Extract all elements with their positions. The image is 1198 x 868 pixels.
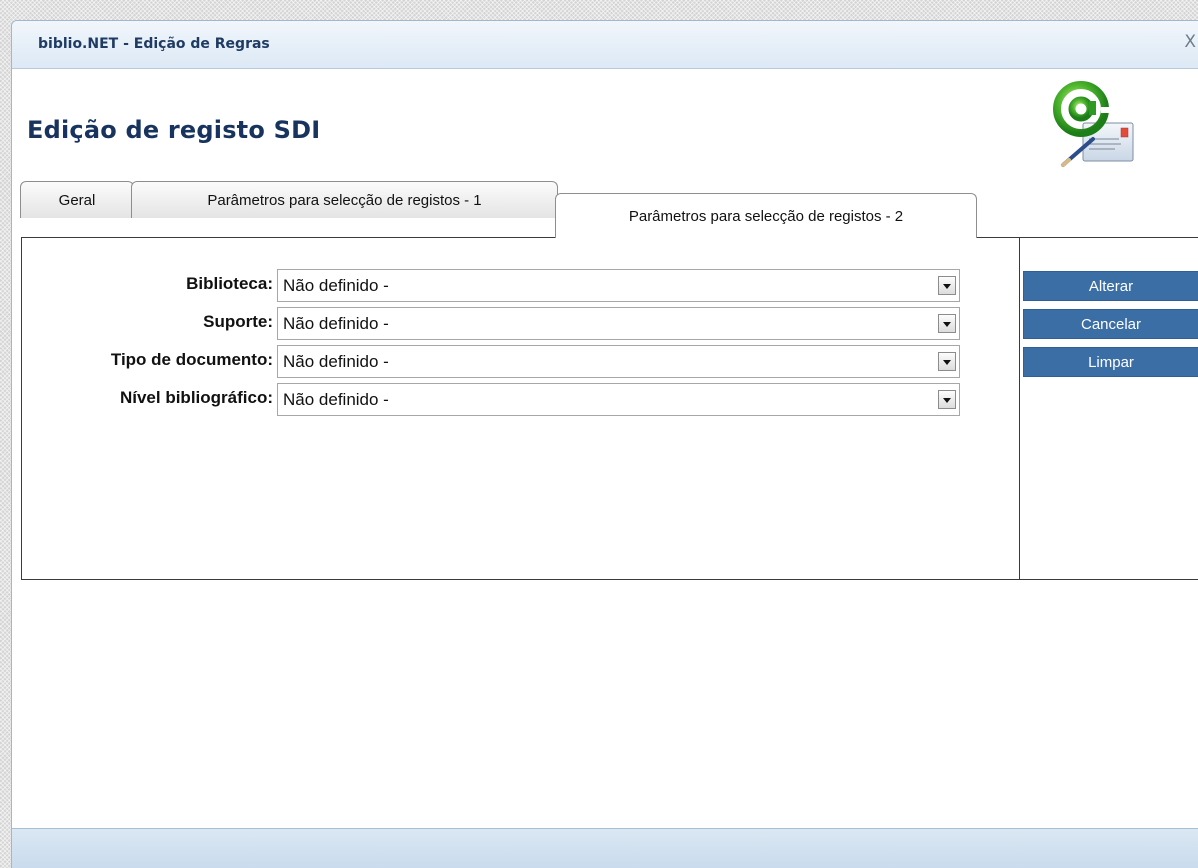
nivel-bibliografico-value: Não definido - [283, 390, 389, 409]
form-panel: Biblioteca: Não definido - Suporte: Não … [21, 237, 1020, 580]
tipo-documento-select[interactable]: Não definido - [277, 345, 960, 378]
suporte-value: Não definido - [283, 314, 389, 333]
biblioteca-label: Biblioteca: [186, 274, 273, 293]
nivel-bibliografico-label: Nível bibliográfico: [119, 388, 273, 407]
tab-geral[interactable]: Geral [20, 181, 134, 218]
suporte-select[interactable]: Não definido - [277, 307, 960, 340]
close-icon[interactable]: X [1184, 32, 1196, 52]
alterar-button[interactable]: Alterar [1023, 271, 1198, 301]
page-title: Edição de registo SDI [27, 116, 321, 144]
field-row-nivel-bibliografico: Nível bibliográfico: Não definido - [22, 383, 982, 416]
field-row-suporte: Suporte: Não definido - [22, 307, 982, 340]
cancelar-button[interactable]: Cancelar [1023, 309, 1198, 339]
biblioteca-select[interactable]: Não definido - [277, 269, 960, 302]
email-at-icon [1053, 81, 1134, 167]
chevron-down-icon[interactable] [938, 352, 956, 371]
tab-parametros-2[interactable]: Parâmetros para selecção de registos - 2 [555, 193, 977, 238]
footer-bar [12, 828, 1198, 868]
tab-geral-label: Geral [58, 191, 96, 209]
window-titlebar[interactable]: biblio.NET - Edição de Regras X [12, 21, 1198, 69]
field-row-biblioteca: Biblioteca: Não definido - [22, 269, 982, 302]
tab-parametros-1[interactable]: Parâmetros para selecção de registos - 1 [131, 181, 558, 218]
biblioteca-value: Não definido - [283, 276, 389, 295]
tab-parametros-1-label: Parâmetros para selecção de registos - 1 [207, 191, 482, 209]
tab-parametros-2-label: Parâmetros para selecção de registos - 2 [628, 207, 904, 225]
chevron-down-icon[interactable] [938, 314, 956, 333]
window-title: biblio.NET - Edição de Regras [38, 36, 270, 52]
tipo-documento-value: Não definido - [283, 352, 389, 371]
limpar-button[interactable]: Limpar [1023, 347, 1198, 377]
tipo-documento-label: Tipo de documento: [110, 350, 273, 369]
field-row-tipo-documento: Tipo de documento: Não definido - [22, 345, 982, 378]
chevron-down-icon[interactable] [938, 390, 956, 409]
nivel-bibliografico-select[interactable]: Não definido - [277, 383, 960, 416]
suporte-label: Suporte: [203, 312, 273, 331]
chevron-down-icon[interactable] [938, 276, 956, 295]
